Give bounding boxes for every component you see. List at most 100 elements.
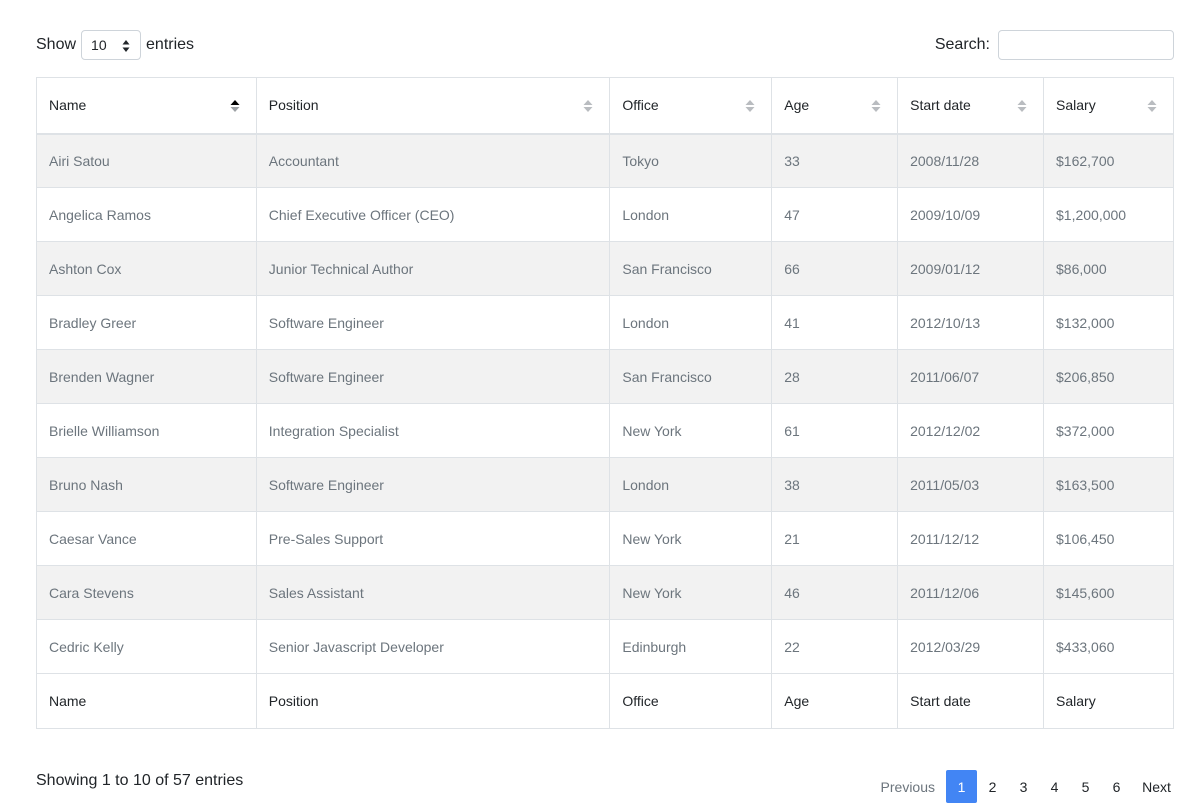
sort-icon — [871, 100, 881, 112]
sort-icon — [1017, 100, 1027, 112]
cell-name: Airi Satou — [36, 133, 257, 188]
column-header-label: Position — [268, 97, 319, 114]
cell-position: Sales Assistant — [255, 565, 611, 620]
cell-office: San Francisco — [609, 349, 773, 404]
footer-header-name: Name — [36, 673, 257, 729]
page-button-4[interactable]: 4 — [1039, 770, 1070, 803]
cell-start-date: 2012/10/13 — [897, 295, 1045, 350]
cell-position: Accountant — [255, 133, 611, 188]
previous-page-button[interactable]: Previous — [881, 770, 946, 803]
cell-start-date: 2011/06/07 — [897, 349, 1045, 404]
employees-table: Name Position Office Age Start date Salary Ai… — [36, 77, 1174, 729]
search-input[interactable] — [998, 30, 1174, 60]
column-header-label: Office — [622, 97, 659, 114]
select-updown-icon — [122, 40, 130, 52]
table-row: Brielle Williamson Integration Specialist… — [36, 403, 1174, 458]
cell-position: Pre-Sales Support — [255, 511, 611, 566]
column-header-label: Age — [784, 97, 810, 114]
column-header-start-date[interactable]: Start date — [897, 77, 1045, 135]
table-row: Cara Stevens Sales Assistant New York 46 201… — [36, 565, 1174, 620]
cell-name: Angelica Ramos — [36, 187, 257, 242]
cell-position: Senior Javascript Developer — [255, 619, 611, 674]
cell-start-date: 2009/10/09 — [897, 187, 1045, 242]
search-control: Search: — [935, 29, 1174, 61]
cell-age: 21 — [771, 511, 899, 566]
cell-age: 38 — [771, 457, 899, 512]
cell-office: Tokyo — [609, 133, 773, 188]
page-button-3[interactable]: 3 — [1008, 770, 1039, 803]
cell-office: New York — [609, 403, 773, 458]
search-label: Search: — [934, 36, 990, 53]
column-header-salary[interactable]: Salary — [1043, 77, 1174, 135]
cell-position: Integration Specialist — [255, 403, 611, 458]
column-header-position[interactable]: Position — [255, 77, 611, 135]
cell-name: Bradley Greer — [36, 295, 257, 350]
cell-age: 28 — [771, 349, 899, 404]
page-button-2[interactable]: 2 — [977, 770, 1008, 803]
cell-start-date: 2012/12/02 — [897, 403, 1045, 458]
cell-office: San Francisco — [609, 241, 773, 296]
header-row: Name Position Office Age Start date Salary — [36, 77, 1174, 135]
cell-office: New York — [609, 565, 773, 620]
cell-name: Bruno Nash — [36, 457, 257, 512]
cell-office: London — [609, 295, 773, 350]
table-row: Brenden Wagner Software Engineer San Franc… — [36, 349, 1174, 404]
cell-salary: $132,000 — [1043, 295, 1174, 350]
table-body: Airi Satou Accountant Tokyo 33 2008/11/28 $16… — [36, 133, 1174, 674]
page-button-6[interactable]: 6 — [1101, 770, 1132, 803]
table-row: Cedric Kelly Senior Javascript Developer E… — [36, 619, 1174, 674]
column-header-office[interactable]: Office — [609, 77, 773, 135]
table-info: Showing 1 to 10 of 57 entries — [36, 772, 244, 789]
cell-salary: $206,850 — [1043, 349, 1174, 404]
cell-position: Chief Executive Officer (CEO) — [255, 187, 611, 242]
cell-salary: $162,700 — [1043, 133, 1174, 188]
cell-start-date: 2011/12/12 — [897, 511, 1045, 566]
sort-icon — [1147, 100, 1157, 112]
cell-office: Edinburgh — [609, 619, 773, 674]
cell-salary: $106,450 — [1043, 511, 1174, 566]
cell-start-date: 2011/05/03 — [897, 457, 1045, 512]
cell-office: New York — [609, 511, 773, 566]
column-header-label: Name — [49, 97, 87, 114]
cell-age: 33 — [771, 133, 899, 188]
page-button-1[interactable]: 1 — [946, 770, 977, 803]
table-row: Airi Satou Accountant Tokyo 33 2008/11/28 $16… — [36, 133, 1174, 188]
cell-position: Software Engineer — [255, 349, 611, 404]
cell-position: Software Engineer — [255, 295, 611, 350]
footer-header-salary: Salary — [1043, 673, 1174, 729]
pagination: Previous 123456 Next — [881, 770, 1172, 803]
cell-office: London — [609, 457, 773, 512]
footer-header-position: Position — [255, 673, 611, 729]
cell-age: 66 — [771, 241, 899, 296]
cell-start-date: 2011/12/06 — [897, 565, 1045, 620]
cell-office: London — [609, 187, 773, 242]
cell-name: Cara Stevens — [36, 565, 257, 620]
cell-age: 46 — [771, 565, 899, 620]
cell-salary: $372,000 — [1043, 403, 1174, 458]
cell-position: Software Engineer — [255, 457, 611, 512]
page-button-5[interactable]: 5 — [1070, 770, 1101, 803]
column-header-label: Salary — [1056, 97, 1096, 114]
cell-salary: $86,000 — [1043, 241, 1174, 296]
cell-age: 47 — [771, 187, 899, 242]
cell-salary: $163,500 — [1043, 457, 1174, 512]
cell-name: Ashton Cox — [36, 241, 257, 296]
next-page-button[interactable]: Next — [1132, 770, 1172, 803]
cell-salary: $433,060 — [1043, 619, 1174, 674]
cell-start-date: 2008/11/28 — [897, 133, 1045, 188]
footer-row: Name Position Office Age Start date Salary — [36, 673, 1174, 729]
column-header-age[interactable]: Age — [771, 77, 899, 135]
column-header-label: Start date — [910, 97, 971, 114]
sort-ascending-icon — [230, 100, 240, 112]
table-row: Bradley Greer Software Engineer London 41 20… — [36, 295, 1174, 350]
page-number-list: 123456 — [946, 770, 1132, 803]
cell-name: Caesar Vance — [36, 511, 257, 566]
footer-header-office: Office — [609, 673, 773, 729]
entries-length-control: Show 10 entries — [36, 29, 194, 61]
table-row: Ashton Cox Junior Technical Author San Fra… — [36, 241, 1174, 296]
entries-per-page-select[interactable]: 10 — [81, 30, 142, 60]
column-header-name[interactable]: Name — [36, 77, 257, 135]
footer-header-age: Age — [771, 673, 899, 729]
entries-label: entries — [146, 36, 195, 53]
table-row: Bruno Nash Software Engineer London 38 2011/… — [36, 457, 1174, 512]
